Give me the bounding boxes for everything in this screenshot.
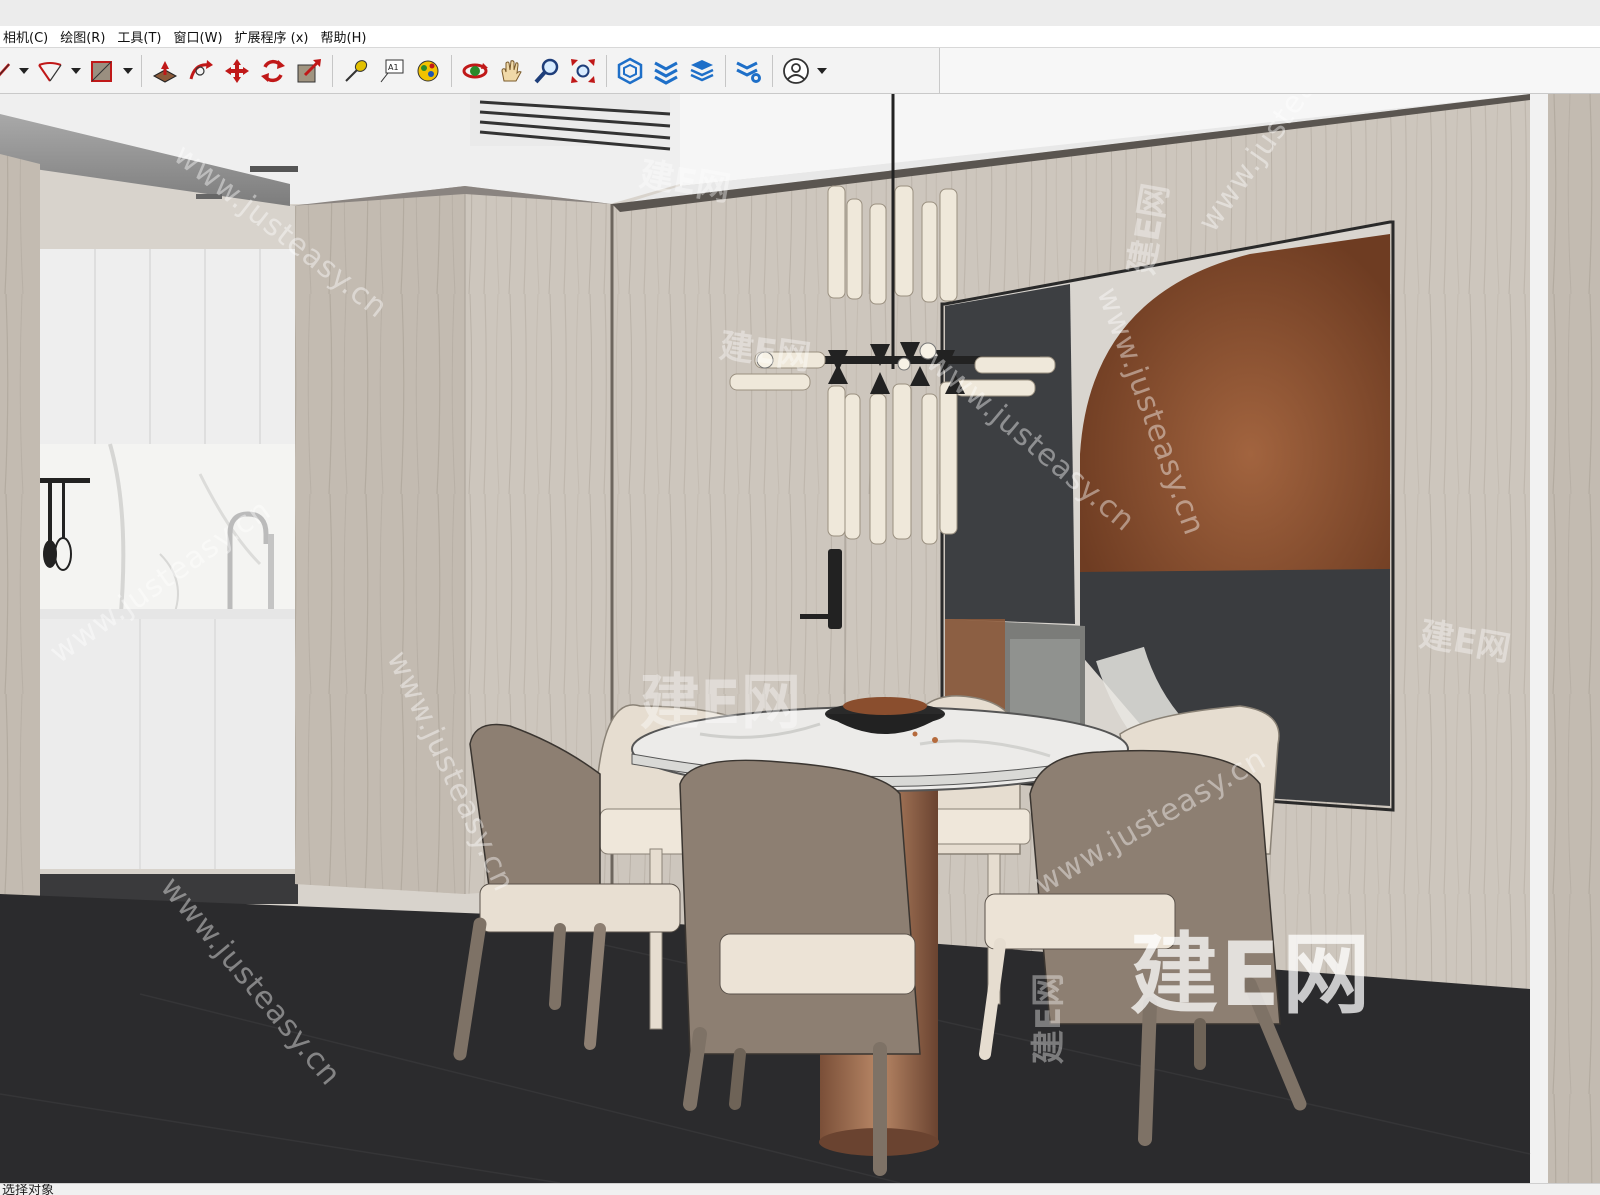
chevron-down-icon	[19, 67, 29, 74]
toolbar-separator	[332, 54, 333, 87]
toolbar-separator	[725, 54, 726, 87]
user-account-button[interactable]	[778, 53, 814, 89]
zoom-extents-icon	[571, 58, 595, 83]
shape-tool-dropdown[interactable]	[120, 53, 136, 89]
arc-tool-button[interactable]	[32, 53, 68, 89]
rotate-button[interactable]	[255, 53, 291, 89]
paint-bucket-button[interactable]	[410, 53, 446, 89]
rotate-icon	[261, 59, 285, 82]
toolbar-empty-area	[940, 48, 1600, 94]
user-account-dropdown[interactable]	[814, 53, 830, 89]
zoom-icon	[534, 58, 559, 83]
settings-stack-button[interactable]	[731, 53, 767, 89]
zoom-extents-button[interactable]	[565, 53, 601, 89]
move-button[interactable]	[219, 53, 255, 89]
pan-button[interactable]	[493, 53, 529, 89]
sketchup-window: 相机(C) 绘图(R) 工具(T) 窗口(W) 扩展程序 (x) 帮助(H) A…	[0, 0, 1600, 1195]
push-pull-button[interactable]	[147, 53, 183, 89]
tape-measure-icon	[345, 59, 368, 82]
arc-tool-icon	[38, 61, 62, 82]
follow-me-button[interactable]	[183, 53, 219, 89]
scale-button[interactable]	[291, 53, 327, 89]
shape-tool-icon	[91, 60, 112, 82]
line-tool-dropdown[interactable]	[16, 53, 32, 89]
menu-extensions[interactable]: 扩展程序 (x)	[232, 27, 318, 46]
chevron-down-icon	[817, 67, 827, 74]
push-pull-icon	[152, 60, 178, 83]
toolbar-separator	[606, 54, 607, 87]
line-tool-button[interactable]	[0, 53, 16, 89]
layers-button[interactable]	[648, 53, 684, 89]
user-account-icon	[783, 57, 809, 84]
paint-bucket-icon	[417, 60, 439, 81]
layers-icon	[654, 61, 678, 85]
model-viewport[interactable]: www.justeasy.cn www.justeasy.cn www.just…	[0, 94, 1600, 1183]
extension-warehouse-icon	[617, 57, 643, 84]
arc-tool-dropdown[interactable]	[68, 53, 84, 89]
move-icon	[225, 58, 249, 83]
status-text: 选择对象	[2, 1183, 55, 1195]
menu-draw[interactable]: 绘图(R)	[57, 27, 114, 46]
tape-measure-button[interactable]	[338, 53, 374, 89]
toolbar-separator	[772, 54, 773, 87]
stack-button[interactable]	[684, 53, 720, 89]
status-bar: 选择对象	[0, 1183, 1600, 1195]
follow-me-icon	[189, 59, 213, 79]
pan-icon	[501, 59, 522, 81]
zoom-button[interactable]	[529, 53, 565, 89]
extension-warehouse-button[interactable]	[612, 53, 648, 89]
orbit-icon	[462, 62, 488, 78]
shape-tool-button[interactable]	[84, 53, 120, 89]
menu-tools[interactable]: 工具(T)	[114, 27, 170, 46]
stack-icon	[690, 59, 714, 81]
settings-stack-icon	[736, 61, 761, 83]
ceiling-vent	[470, 94, 671, 151]
text-icon: A1	[380, 59, 404, 82]
text-button[interactable]: A1	[374, 53, 410, 89]
dining-room-scene	[0, 94, 1600, 1183]
line-tool-icon	[0, 62, 11, 76]
menu-camera[interactable]: 相机(C)	[0, 27, 57, 46]
toolbar-separator	[451, 54, 452, 87]
menu-window[interactable]: 窗口(W)	[171, 27, 232, 46]
main-toolbar: A1	[0, 48, 940, 94]
menu-help[interactable]: 帮助(H)	[318, 27, 376, 46]
chevron-down-icon	[71, 67, 81, 74]
chevron-down-icon	[123, 67, 133, 74]
toolbar-separator	[141, 54, 142, 87]
title-strip	[0, 0, 1600, 26]
orbit-button[interactable]	[457, 53, 493, 89]
menu-bar: 相机(C) 绘图(R) 工具(T) 窗口(W) 扩展程序 (x) 帮助(H)	[0, 26, 1600, 48]
svg-text:A1: A1	[388, 63, 399, 72]
scale-icon	[297, 58, 321, 82]
